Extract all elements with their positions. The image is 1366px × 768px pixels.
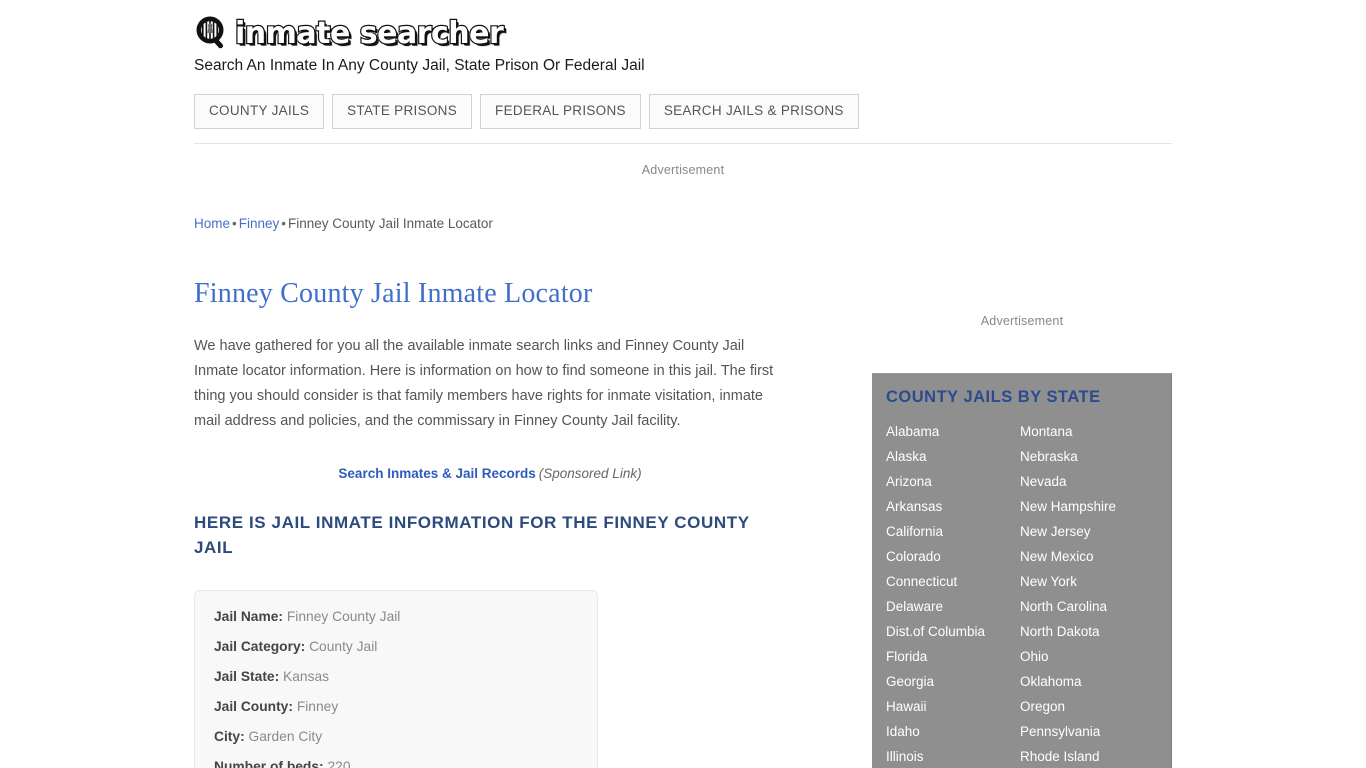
info-value: County Jail — [309, 639, 378, 654]
sidebar-state-link[interactable]: Hawaii — [886, 694, 1020, 719]
sidebar-state-link[interactable]: Ohio — [1020, 644, 1170, 669]
site-logo[interactable]: inmate searcher — [194, 0, 1172, 56]
sidebar-state-link[interactable]: Colorado — [886, 544, 1020, 569]
sidebar-state-link[interactable]: Illinois — [886, 744, 1020, 768]
info-value: 220 — [327, 759, 351, 768]
sidebar-state-link[interactable]: Delaware — [886, 594, 1020, 619]
sidebar-state-link[interactable]: Rhode Island — [1020, 744, 1170, 768]
breadcrumb-separator-2: • — [281, 216, 287, 231]
info-value: Kansas — [283, 669, 330, 684]
main-content: Home • Finney • Finney County Jail Inmate Lo… — [194, 214, 814, 768]
info-value: Garden City — [248, 729, 323, 744]
sidebar-state-link[interactable]: Georgia — [886, 669, 1020, 694]
sidebar-county-jails-by-state: COUNTY JAILS BY STATE Alabama Montana Alas… — [872, 373, 1172, 768]
sidebar-state-link[interactable]: New Mexico — [1020, 544, 1170, 569]
info-label: Jail Category: — [214, 639, 306, 654]
nav-federal-prisons[interactable]: FEDERAL PRISONS — [480, 94, 641, 129]
magnifier-jail-bars-icon — [194, 15, 232, 53]
info-value: Finney — [296, 699, 339, 714]
sidebar-state-link[interactable]: Arkansas — [886, 494, 1020, 519]
main-navigation: COUNTY JAILS STATE PRISONS FEDERAL PRISO… — [194, 94, 1172, 129]
page-title: Finney County Jail Inmate Locator — [194, 278, 593, 309]
breadcrumb-separator-1: • — [232, 216, 237, 231]
top-advertisement-label: Advertisement — [641, 163, 725, 177]
site-logo-text: inmate searcher — [234, 15, 505, 52]
page-root: inmate searcher Search An Inmate In Any … — [0, 0, 1366, 768]
sidebar-state-link[interactable]: New York — [1020, 569, 1170, 594]
sidebar-state-link[interactable]: Florida — [886, 644, 1020, 669]
jail-info-row-city: City: Garden City — [214, 729, 597, 759]
sidebar-state-link[interactable]: North Carolina — [1020, 594, 1170, 619]
sidebar-state-link[interactable]: Nebraska — [1020, 444, 1170, 469]
nav-state-prisons[interactable]: STATE PRISONS — [332, 94, 473, 129]
info-label: Jail County: — [214, 699, 293, 714]
jail-info-box: Jail Name: Finney County Jail Jail Categ… — [194, 590, 598, 768]
jail-info-row-state: Jail State: Kansas — [214, 669, 597, 699]
info-label: Jail State: — [214, 669, 280, 684]
jail-info-row-category: Jail Category: County Jail — [214, 639, 597, 669]
sidebar-state-link[interactable]: California — [886, 519, 1020, 544]
info-label: Jail Name: — [214, 609, 284, 624]
site-tagline: Search An Inmate In Any County Jail, Sta… — [194, 57, 645, 74]
state-links-grid: Alabama Montana Alaska Nebraska Arizona Nevad… — [886, 419, 1171, 768]
jail-info-row-county: Jail County: Finney — [214, 699, 597, 729]
breadcrumb: Home • Finney • Finney County Jail Inmate Lo… — [194, 214, 814, 234]
info-label: City: — [214, 729, 245, 744]
sidebar-state-link[interactable]: Alaska — [886, 444, 1020, 469]
sidebar-state-link[interactable]: Alabama — [886, 419, 1020, 444]
sidebar-advertisement-label: Advertisement — [980, 314, 1064, 328]
jail-info-row-name: Jail Name: Finney County Jail — [214, 609, 597, 639]
breadcrumb-home[interactable]: Home — [194, 216, 230, 231]
sidebar-state-link[interactable]: Montana — [1020, 419, 1170, 444]
info-value: Finney County Jail — [286, 609, 401, 624]
sponsored-note: (Sponsored Link) — [538, 466, 642, 481]
header-divider — [194, 143, 1172, 144]
site-header: inmate searcher Search An Inmate In Any … — [194, 0, 1172, 144]
sidebar-state-link[interactable]: Arizona — [886, 469, 1020, 494]
breadcrumb-county[interactable]: Finney — [239, 216, 280, 231]
nav-county-jails[interactable]: COUNTY JAILS — [194, 94, 325, 129]
sidebar-state-link[interactable]: North Dakota — [1020, 619, 1170, 644]
sidebar-state-link[interactable]: New Hampshire — [1020, 494, 1170, 519]
sidebar-state-link[interactable]: Oklahoma — [1020, 669, 1170, 694]
sidebar-state-link[interactable]: Pennsylvania — [1020, 719, 1170, 744]
sidebar-state-link[interactable]: New Jersey — [1020, 519, 1170, 544]
sidebar-state-link[interactable]: Oregon — [1020, 694, 1170, 719]
sponsored-link-row: Search Inmates & Jail Records (Sponsored … — [194, 465, 786, 483]
sidebar-title: COUNTY JAILS BY STATE — [886, 388, 1101, 406]
section-title: HERE IS JAIL INMATE INFORMATION FOR THE … — [194, 513, 750, 557]
info-label: Number of beds: — [214, 759, 324, 768]
sidebar-state-link[interactable]: Dist.of Columbia — [886, 619, 1020, 644]
jail-info-row-beds: Number of beds: 220 — [214, 759, 597, 768]
sidebar-state-link[interactable]: Connecticut — [886, 569, 1020, 594]
sidebar-state-link[interactable]: Nevada — [1020, 469, 1170, 494]
sidebar-state-link[interactable]: Idaho — [886, 719, 1020, 744]
nav-search-jails-prisons[interactable]: SEARCH JAILS & PRISONS — [648, 94, 859, 129]
sponsored-search-link[interactable]: Search Inmates & Jail Records — [338, 466, 535, 481]
breadcrumb-current: Finney County Jail Inmate Locator — [288, 216, 493, 231]
intro-paragraph: We have gathered for you all the availab… — [194, 338, 774, 429]
